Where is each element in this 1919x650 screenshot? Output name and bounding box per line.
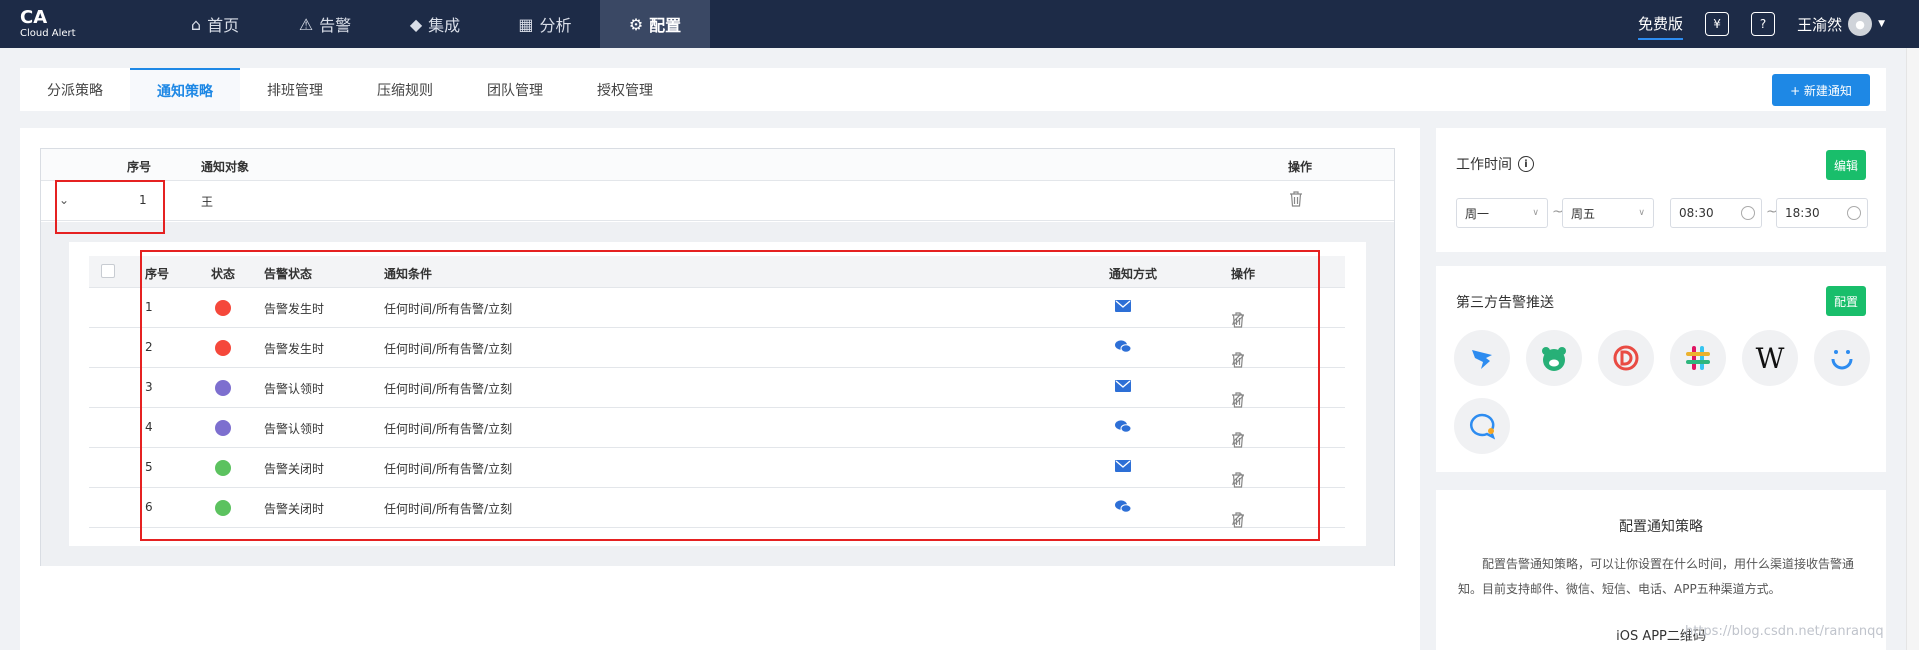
chart-icon: ▦ bbox=[518, 14, 534, 34]
nav-item-label: 配置 bbox=[649, 16, 682, 35]
help-text: 配置告警通知策略，可以让你设置在什么时间，用什么渠道接收告警通知。目前支持邮件、… bbox=[1458, 557, 1855, 596]
billing-icon[interactable]: ¥ bbox=[1705, 12, 1730, 36]
nav-item-alerts[interactable]: ⚠ 告警 bbox=[270, 0, 380, 48]
user-name: 王渝然 bbox=[1797, 15, 1843, 34]
time-from-input[interactable]: 08:30 bbox=[1670, 198, 1762, 228]
day-from-value: 周一 bbox=[1465, 206, 1490, 221]
clock-icon bbox=[1847, 206, 1861, 220]
logo-text: CA bbox=[20, 7, 48, 28]
col-target: 通知对象 bbox=[201, 160, 250, 174]
highlight-box bbox=[140, 250, 1320, 541]
tab-schedule[interactable]: 排班管理 bbox=[240, 68, 350, 111]
edit-button[interactable]: 编辑 bbox=[1826, 150, 1866, 180]
alarm-icon: ⚠ bbox=[298, 14, 314, 34]
help-title: 配置通知策略 bbox=[1619, 519, 1703, 535]
user-menu[interactable]: 王渝然 ● ▼ bbox=[1797, 12, 1885, 36]
day-to-value: 周五 bbox=[1571, 206, 1596, 221]
chat-icon[interactable] bbox=[1454, 398, 1510, 454]
bear-icon[interactable] bbox=[1526, 330, 1582, 386]
work-time-panel: 工作时间 i 编辑 周一 ∨ ~ 周五 ∨ 08:30 ~ 18:30 bbox=[1436, 128, 1886, 252]
nav-item-config[interactable]: ⚙ 配置 bbox=[600, 0, 710, 48]
notify-policy-panel: 序号 通知对象 操作 ⌄ 1 王 序号 状态 告警状态 通知条件 通知方式 操作… bbox=[20, 128, 1420, 650]
row-target: 王 bbox=[201, 195, 214, 209]
plan-badge[interactable]: 免费版 bbox=[1638, 9, 1684, 40]
nav-item-label: 告警 bbox=[319, 16, 352, 35]
time-to-input[interactable]: 18:30 bbox=[1776, 198, 1868, 228]
main-nav: ⌂ 首页 ⚠ 告警 ◆ 集成 ▦ 分析 ⚙ 配置 bbox=[160, 0, 710, 48]
work-time-label: 工作时间 bbox=[1456, 157, 1512, 173]
info-icon[interactable]: i bbox=[1518, 156, 1534, 172]
day-from-select[interactable]: 周一 ∨ bbox=[1456, 198, 1548, 228]
trash-icon[interactable] bbox=[1289, 191, 1303, 210]
tab-compress-rules[interactable]: 压缩规则 bbox=[350, 68, 460, 111]
chevron-down-icon: ∨ bbox=[1532, 208, 1539, 218]
tab-bar: 分派策略 通知策略 排班管理 压缩规则 团队管理 授权管理 + 新建通知 bbox=[20, 68, 1886, 111]
nav-item-analysis[interactable]: ▦ 分析 bbox=[490, 0, 600, 48]
nav-item-label: 分析 bbox=[539, 16, 572, 35]
clock-icon bbox=[1741, 206, 1755, 220]
smile-icon[interactable] bbox=[1814, 330, 1870, 386]
slack-icon[interactable] bbox=[1670, 330, 1726, 386]
gear-icon: ⚙ bbox=[628, 14, 644, 34]
nav-item-label: 首页 bbox=[207, 16, 240, 35]
table-row[interactable]: ⌄ 1 王 bbox=[41, 181, 1394, 221]
circle-d-icon[interactable] bbox=[1598, 330, 1654, 386]
new-notify-button[interactable]: + 新建通知 bbox=[1772, 74, 1870, 106]
time-from-value: 08:30 bbox=[1679, 206, 1714, 220]
watermark: https://blog.csdn.net/ranranqq bbox=[1685, 624, 1884, 639]
select-all-checkbox[interactable] bbox=[101, 264, 115, 278]
chevron-down-icon: ▼ bbox=[1878, 19, 1885, 29]
third-party-title: 第三方告警推送 bbox=[1456, 295, 1554, 311]
third-party-panel: 第三方告警推送 配置 W bbox=[1436, 266, 1886, 472]
nav-item-integrations[interactable]: ◆ 集成 bbox=[380, 0, 490, 48]
w-icon[interactable]: W bbox=[1742, 330, 1798, 386]
nav-item-home[interactable]: ⌂ 首页 bbox=[160, 0, 270, 48]
chevron-down-icon: ∨ bbox=[1638, 208, 1645, 218]
config-button[interactable]: 配置 bbox=[1826, 286, 1866, 316]
top-navbar: CA Cloud Alert ⌂ 首页 ⚠ 告警 ◆ 集成 ▦ 分析 ⚙ 配置 … bbox=[0, 0, 1919, 48]
table-header: 序号 通知对象 操作 bbox=[41, 149, 1394, 181]
highlight-box bbox=[55, 180, 165, 234]
day-to-select[interactable]: 周五 ∨ bbox=[1562, 198, 1654, 228]
avatar: ● bbox=[1848, 12, 1873, 36]
col-index: 序号 bbox=[127, 160, 152, 174]
tab-auth[interactable]: 授权管理 bbox=[570, 68, 680, 111]
layers-icon: ◆ bbox=[409, 14, 423, 34]
header-right: 免费版 ¥ ? 王渝然 ● ▼ bbox=[1638, 0, 1919, 48]
scrollbar[interactable] bbox=[1906, 48, 1919, 650]
tab-notify-policy[interactable]: 通知策略 bbox=[130, 68, 240, 111]
nav-item-label: 集成 bbox=[428, 16, 461, 35]
work-time-title: 工作时间 i bbox=[1456, 154, 1534, 174]
tab-dispatch-policy[interactable]: 分派策略 bbox=[20, 68, 130, 111]
time-to-value: 18:30 bbox=[1785, 206, 1820, 220]
logo[interactable]: CA Cloud Alert bbox=[0, 8, 160, 40]
logo-subtext: Cloud Alert bbox=[20, 28, 76, 39]
home-icon: ⌂ bbox=[190, 14, 202, 34]
dingtalk-icon[interactable] bbox=[1454, 330, 1510, 386]
col-ops: 操作 bbox=[1288, 160, 1313, 174]
help-icon[interactable]: ? bbox=[1751, 12, 1776, 36]
tab-team[interactable]: 团队管理 bbox=[460, 68, 570, 111]
